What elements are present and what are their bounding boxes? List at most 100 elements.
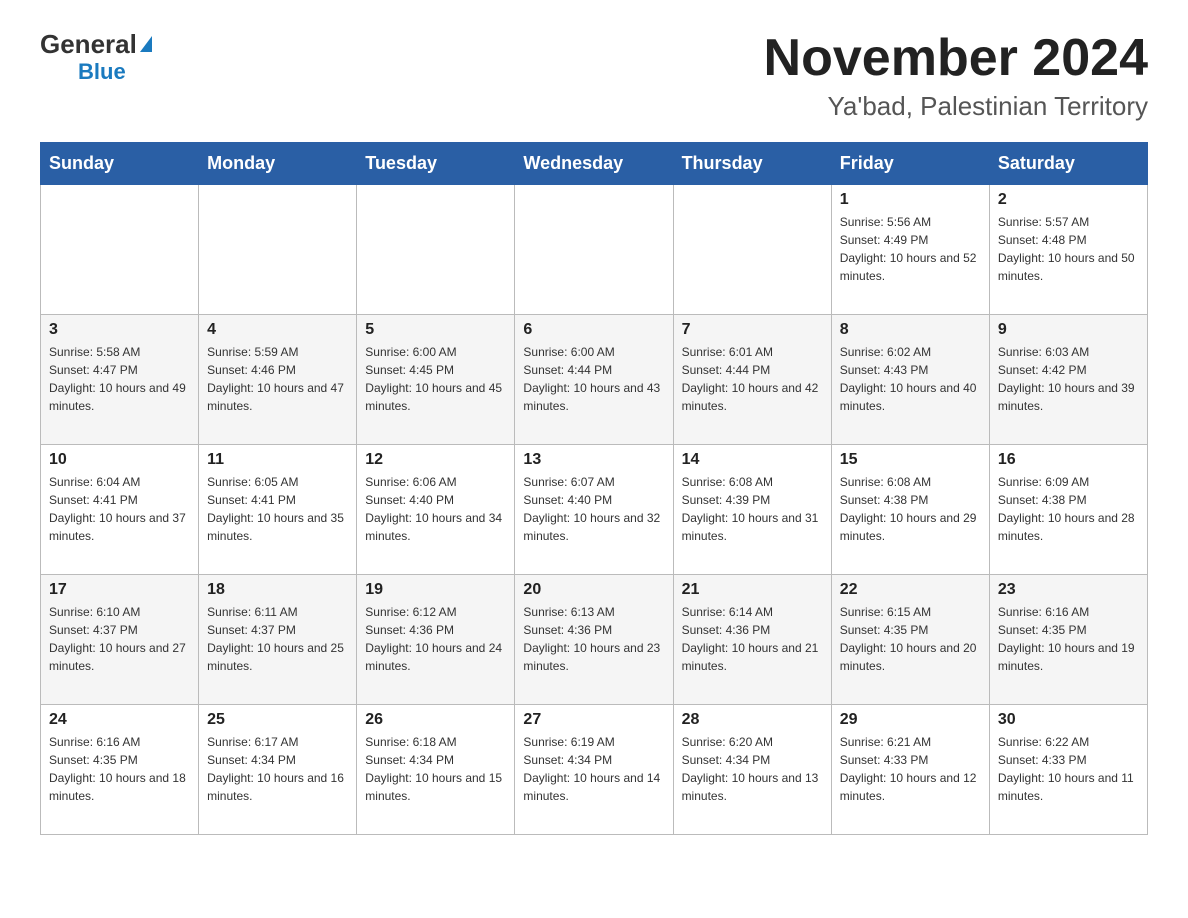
calendar-cell <box>357 185 515 315</box>
day-info: Sunrise: 6:06 AMSunset: 4:40 PMDaylight:… <box>365 473 506 545</box>
day-info: Sunrise: 5:58 AMSunset: 4:47 PMDaylight:… <box>49 343 190 415</box>
day-number: 29 <box>840 711 981 729</box>
day-number: 27 <box>523 711 664 729</box>
calendar-cell: 11Sunrise: 6:05 AMSunset: 4:41 PMDayligh… <box>199 445 357 575</box>
weekday-header-thursday: Thursday <box>673 143 831 185</box>
day-info: Sunrise: 6:03 AMSunset: 4:42 PMDaylight:… <box>998 343 1139 415</box>
day-number: 14 <box>682 451 823 469</box>
day-number: 7 <box>682 321 823 339</box>
day-info: Sunrise: 6:15 AMSunset: 4:35 PMDaylight:… <box>840 603 981 675</box>
logo-general-text: General <box>40 30 152 59</box>
day-number: 4 <box>207 321 348 339</box>
calendar-cell: 12 Sunrise: 6:06 AMSunset: 4:40 PMDayligh… <box>357 445 515 575</box>
weekday-header-friday: Friday <box>831 143 989 185</box>
calendar-cell: 29Sunrise: 6:21 AMSunset: 4:33 PMDayligh… <box>831 705 989 835</box>
calendar-cell: 13 Sunrise: 6:07 AMSunset: 4:40 PMDayligh… <box>515 445 673 575</box>
day-number: 6 <box>523 321 664 339</box>
day-info: Sunrise: 5:57 AMSunset: 4:48 PMDaylight:… <box>998 213 1139 285</box>
calendar-cell: 3 Sunrise: 5:58 AMSunset: 4:47 PMDaylight… <box>41 315 199 445</box>
day-info: Sunrise: 5:56 AMSunset: 4:49 PMDaylight:… <box>840 213 981 285</box>
day-number: 18 <box>207 581 348 599</box>
calendar-cell: 28 Sunrise: 6:20 AMSunset: 4:34 PMDayligh… <box>673 705 831 835</box>
day-number: 28 <box>682 711 823 729</box>
week-row-1: 1 Sunrise: 5:56 AMSunset: 4:49 PMDaylight… <box>41 185 1148 315</box>
calendar-cell: 7 Sunrise: 6:01 AMSunset: 4:44 PMDaylight… <box>673 315 831 445</box>
day-info: Sunrise: 6:09 AMSunset: 4:38 PMDaylight:… <box>998 473 1139 545</box>
calendar-cell: 15 Sunrise: 6:08 AMSunset: 4:38 PMDayligh… <box>831 445 989 575</box>
header: General Blue November 2024 Ya'bad, Pales… <box>40 30 1148 122</box>
calendar-cell: 8 Sunrise: 6:02 AMSunset: 4:43 PMDaylight… <box>831 315 989 445</box>
day-info: Sunrise: 6:19 AMSunset: 4:34 PMDaylight:… <box>523 733 664 805</box>
calendar-cell <box>41 185 199 315</box>
calendar-table: SundayMondayTuesdayWednesdayThursdayFrid… <box>40 142 1148 835</box>
calendar-cell: 30 Sunrise: 6:22 AMSunset: 4:33 PMDayligh… <box>989 705 1147 835</box>
day-info: Sunrise: 6:20 AMSunset: 4:34 PMDaylight:… <box>682 733 823 805</box>
day-info: Sunrise: 6:10 AMSunset: 4:37 PMDaylight:… <box>49 603 190 675</box>
calendar-cell: 17 Sunrise: 6:10 AMSunset: 4:37 PMDayligh… <box>41 575 199 705</box>
calendar-cell: 2 Sunrise: 5:57 AMSunset: 4:48 PMDaylight… <box>989 185 1147 315</box>
week-row-2: 3 Sunrise: 5:58 AMSunset: 4:47 PMDaylight… <box>41 315 1148 445</box>
calendar-cell: 5Sunrise: 6:00 AMSunset: 4:45 PMDaylight… <box>357 315 515 445</box>
day-number: 19 <box>365 581 506 599</box>
day-number: 13 <box>523 451 664 469</box>
calendar-cell: 10 Sunrise: 6:04 AMSunset: 4:41 PMDayligh… <box>41 445 199 575</box>
day-info: Sunrise: 6:11 AMSunset: 4:37 PMDaylight:… <box>207 603 348 675</box>
day-number: 15 <box>840 451 981 469</box>
calendar-cell <box>199 185 357 315</box>
day-info: Sunrise: 6:07 AMSunset: 4:40 PMDaylight:… <box>523 473 664 545</box>
calendar-cell: 4Sunrise: 5:59 AMSunset: 4:46 PMDaylight… <box>199 315 357 445</box>
day-number: 12 <box>365 451 506 469</box>
day-info: Sunrise: 6:01 AMSunset: 4:44 PMDaylight:… <box>682 343 823 415</box>
day-info: Sunrise: 6:02 AMSunset: 4:43 PMDaylight:… <box>840 343 981 415</box>
calendar-cell: 19 Sunrise: 6:12 AMSunset: 4:36 PMDayligh… <box>357 575 515 705</box>
calendar-cell: 14 Sunrise: 6:08 AMSunset: 4:39 PMDayligh… <box>673 445 831 575</box>
day-info: Sunrise: 6:12 AMSunset: 4:36 PMDaylight:… <box>365 603 506 675</box>
logo-triangle-icon <box>140 36 152 52</box>
weekday-header-tuesday: Tuesday <box>357 143 515 185</box>
day-number: 2 <box>998 191 1139 209</box>
title-block: November 2024 Ya'bad, Palestinian Territ… <box>764 30 1148 122</box>
calendar-cell: 23Sunrise: 6:16 AMSunset: 4:35 PMDayligh… <box>989 575 1147 705</box>
day-info: Sunrise: 6:18 AMSunset: 4:34 PMDaylight:… <box>365 733 506 805</box>
day-number: 10 <box>49 451 190 469</box>
day-number: 26 <box>365 711 506 729</box>
weekday-header-sunday: Sunday <box>41 143 199 185</box>
day-number: 21 <box>682 581 823 599</box>
calendar-subtitle: Ya'bad, Palestinian Territory <box>764 91 1148 122</box>
calendar-cell: 27 Sunrise: 6:19 AMSunset: 4:34 PMDayligh… <box>515 705 673 835</box>
day-number: 3 <box>49 321 190 339</box>
day-info: Sunrise: 6:00 AMSunset: 4:45 PMDaylight:… <box>365 343 506 415</box>
day-number: 20 <box>523 581 664 599</box>
day-number: 11 <box>207 451 348 469</box>
day-info: Sunrise: 6:13 AMSunset: 4:36 PMDaylight:… <box>523 603 664 675</box>
logo-blue-text: Blue <box>78 59 126 85</box>
calendar-cell: 9Sunrise: 6:03 AMSunset: 4:42 PMDaylight… <box>989 315 1147 445</box>
day-info: Sunrise: 6:17 AMSunset: 4:34 PMDaylight:… <box>207 733 348 805</box>
day-number: 22 <box>840 581 981 599</box>
calendar-cell: 1 Sunrise: 5:56 AMSunset: 4:49 PMDaylight… <box>831 185 989 315</box>
day-info: Sunrise: 6:08 AMSunset: 4:39 PMDaylight:… <box>682 473 823 545</box>
calendar-cell: 24 Sunrise: 6:16 AMSunset: 4:35 PMDayligh… <box>41 705 199 835</box>
day-info: Sunrise: 6:22 AMSunset: 4:33 PMDaylight:… <box>998 733 1139 805</box>
day-number: 17 <box>49 581 190 599</box>
day-number: 23 <box>998 581 1139 599</box>
week-row-5: 24 Sunrise: 6:16 AMSunset: 4:35 PMDayligh… <box>41 705 1148 835</box>
day-info: Sunrise: 6:00 AMSunset: 4:44 PMDaylight:… <box>523 343 664 415</box>
day-info: Sunrise: 6:14 AMSunset: 4:36 PMDaylight:… <box>682 603 823 675</box>
day-number: 30 <box>998 711 1139 729</box>
logo: General Blue <box>40 30 152 85</box>
day-info: Sunrise: 6:16 AMSunset: 4:35 PMDaylight:… <box>49 733 190 805</box>
day-number: 1 <box>840 191 981 209</box>
calendar-cell: 26 Sunrise: 6:18 AMSunset: 4:34 PMDayligh… <box>357 705 515 835</box>
weekday-header-monday: Monday <box>199 143 357 185</box>
week-row-3: 10 Sunrise: 6:04 AMSunset: 4:41 PMDayligh… <box>41 445 1148 575</box>
calendar-cell <box>673 185 831 315</box>
calendar-title: November 2024 <box>764 30 1148 87</box>
day-number: 8 <box>840 321 981 339</box>
calendar-cell: 16Sunrise: 6:09 AMSunset: 4:38 PMDayligh… <box>989 445 1147 575</box>
day-info: Sunrise: 6:08 AMSunset: 4:38 PMDaylight:… <box>840 473 981 545</box>
calendar-cell: 6 Sunrise: 6:00 AMSunset: 4:44 PMDaylight… <box>515 315 673 445</box>
day-number: 24 <box>49 711 190 729</box>
day-info: Sunrise: 6:04 AMSunset: 4:41 PMDaylight:… <box>49 473 190 545</box>
day-number: 25 <box>207 711 348 729</box>
